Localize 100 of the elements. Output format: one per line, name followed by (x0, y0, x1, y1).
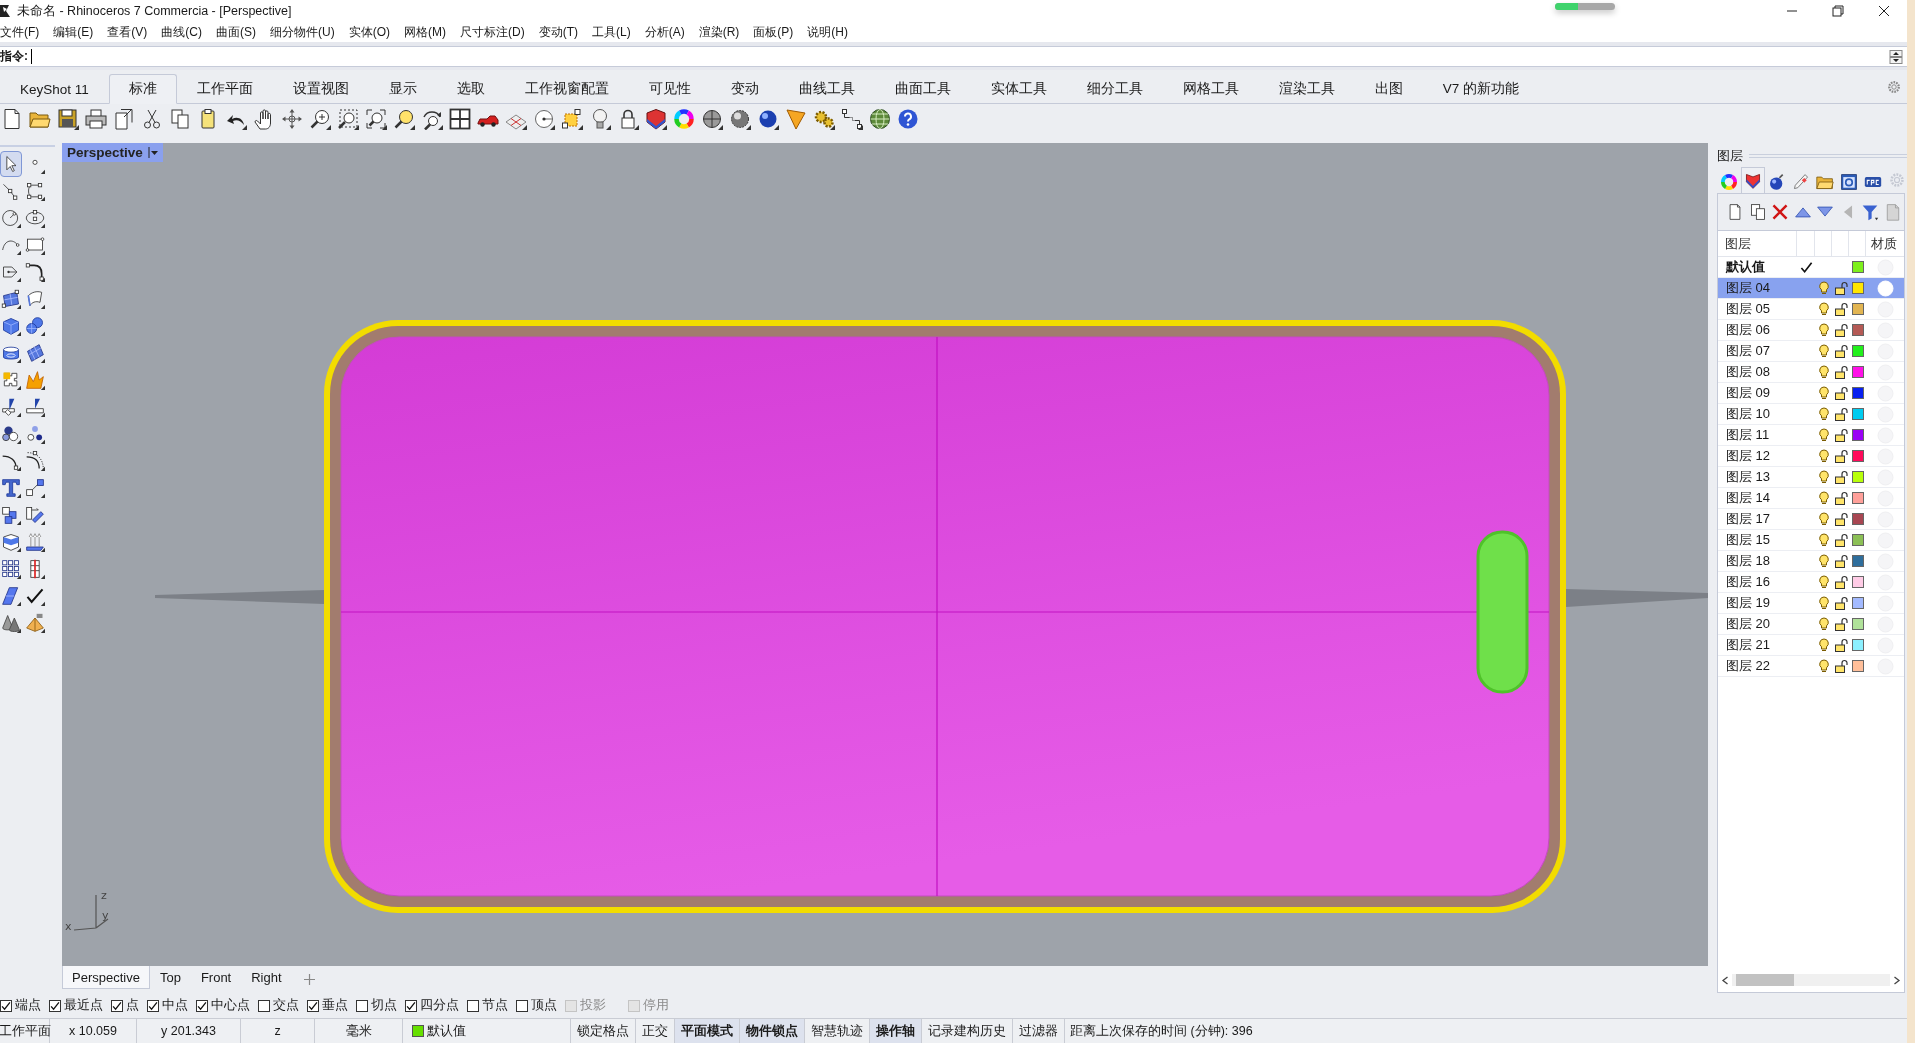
lock-icon[interactable] (1833, 428, 1848, 442)
osnap-checkbox[interactable] (111, 999, 123, 1012)
bulb-icon[interactable] (1816, 533, 1831, 547)
help-icon[interactable] (897, 107, 919, 130)
layer-row[interactable]: 图层 13 (1718, 467, 1904, 488)
status-toggle[interactable]: 操作轴 (870, 1019, 922, 1043)
toolbar-tab[interactable]: 设置视图 (272, 74, 369, 104)
lock-icon[interactable] (1833, 533, 1848, 547)
settings-icon[interactable] (1887, 79, 1901, 94)
osnap-checkbox[interactable] (356, 999, 368, 1012)
color-swatch-icon[interactable] (1851, 282, 1864, 294)
lock-icon[interactable] (1833, 386, 1848, 400)
delete-icon[interactable] (1771, 203, 1789, 221)
osnap-checkbox[interactable] (147, 999, 159, 1012)
toolbar-tab[interactable]: 标准 (108, 74, 177, 104)
menu-item[interactable]: 编辑(E) (53, 23, 94, 41)
layer-row[interactable]: 图层 19 (1718, 593, 1904, 614)
menu-item[interactable]: 工具(L) (592, 23, 631, 41)
toolbar-tab[interactable]: 变动 (710, 74, 779, 104)
menu-item[interactable]: 网格(M) (404, 23, 446, 41)
copy-icon[interactable] (169, 107, 191, 130)
osnap-checkbox[interactable] (467, 999, 479, 1012)
scroll-right-icon[interactable] (1892, 975, 1901, 985)
zoom-window-icon[interactable] (337, 107, 359, 130)
layer-row[interactable]: 图层 15 (1718, 530, 1904, 551)
menu-item[interactable]: 说明(H) (807, 23, 848, 41)
lock-icon[interactable] (1833, 470, 1848, 484)
move-arrows-icon[interactable] (281, 107, 303, 130)
scroll-thumb[interactable] (1736, 974, 1794, 986)
color-swatch-icon[interactable] (1851, 492, 1864, 504)
new-layer-icon[interactable] (1726, 203, 1744, 221)
bulb-icon[interactable] (1816, 449, 1831, 463)
dimension-icon[interactable] (841, 107, 863, 130)
bulb-icon[interactable] (1816, 407, 1831, 421)
status-toggle[interactable]: 平面模式 (675, 1019, 740, 1043)
menu-item[interactable]: 渲染(R) (698, 23, 740, 41)
viewport-tab[interactable]: Right (241, 966, 292, 989)
four-viewports-icon[interactable] (449, 107, 471, 130)
bulb-icon[interactable] (1816, 554, 1831, 568)
color-swatch-icon[interactable] (1851, 450, 1864, 462)
layer-row[interactable]: 图层 07 (1718, 341, 1904, 362)
toolbar-tab[interactable]: 出图 (1354, 74, 1423, 104)
color-swatch-icon[interactable] (1851, 471, 1864, 483)
menu-item[interactable]: 面板(P) (753, 23, 794, 41)
lock-icon[interactable] (1833, 449, 1848, 463)
bulb-icon[interactable] (1816, 491, 1831, 505)
layer-row[interactable]: 图层 06 (1718, 320, 1904, 341)
toolbar-tab[interactable]: 工作视窗配置 (504, 74, 629, 104)
color-swatch-icon[interactable] (1851, 534, 1864, 546)
layer-row[interactable]: 图层 22 (1718, 656, 1904, 677)
toolbar-tab[interactable]: 网格工具 (1162, 74, 1259, 104)
lock-icon[interactable] (1833, 617, 1848, 631)
toolbar-tab[interactable]: 曲面工具 (874, 74, 971, 104)
add-icon[interactable] (303, 974, 315, 985)
selection-points-icon[interactable] (561, 107, 583, 130)
document-icon[interactable] (113, 107, 135, 130)
osnap-checkbox[interactable] (516, 999, 528, 1012)
circle-point-icon[interactable] (533, 107, 555, 130)
scroll-left-icon[interactable] (1721, 975, 1730, 985)
color-swatch-icon[interactable] (1851, 639, 1864, 651)
menu-item[interactable]: 变动(T) (538, 23, 578, 41)
osnap-checkbox[interactable] (258, 999, 270, 1012)
current-layer-label[interactable]: 默认值 (427, 1022, 466, 1040)
lock-icon[interactable] (1833, 323, 1848, 337)
lock-icon[interactable] (1833, 365, 1848, 379)
bulb-icon[interactable] (1816, 323, 1831, 337)
layer-row[interactable]: 图层 04 (1718, 278, 1904, 299)
viewport-tab[interactable]: Top (149, 966, 191, 989)
layers-icon[interactable] (645, 107, 667, 130)
toolbar-tab[interactable]: KeyShot 11 (0, 74, 109, 104)
layer-row[interactable]: 图层 21 (1718, 635, 1904, 656)
status-toggle[interactable]: 过滤器 (1013, 1019, 1065, 1043)
lock-icon[interactable] (1833, 491, 1848, 505)
color-swatch-icon[interactable] (1851, 513, 1864, 525)
layer-row[interactable]: 图层 11 (1718, 425, 1904, 446)
color-swatch-icon[interactable] (1851, 618, 1864, 630)
menu-item[interactable]: 曲线(C) (161, 23, 202, 41)
layer-row[interactable]: 图层 17 (1718, 509, 1904, 530)
zoom-icon[interactable] (309, 107, 331, 130)
status-toggle[interactable]: 锁定格点 (571, 1019, 636, 1043)
bulb-icon[interactable] (1816, 470, 1831, 484)
menu-item[interactable]: 文件(F) (0, 23, 40, 41)
bulb-icon[interactable] (1816, 344, 1831, 358)
bulb-icon[interactable] (1816, 596, 1831, 610)
toolbar-tab[interactable]: 工作平面 (176, 74, 273, 104)
layer-row[interactable]: 图层 08 (1718, 362, 1904, 383)
lock-icon[interactable] (1833, 575, 1848, 589)
sphere-icon[interactable] (701, 107, 723, 130)
layer-row[interactable]: 图层 16 (1718, 572, 1904, 593)
osnap-checkbox[interactable] (405, 999, 417, 1012)
color-swatch-icon[interactable] (1851, 576, 1864, 588)
color-swatch-icon[interactable] (1851, 429, 1864, 441)
zoom-extents-icon[interactable] (365, 107, 387, 130)
viewport-tab[interactable]: Perspective (62, 966, 150, 989)
tool-button[interactable] (24, 448, 46, 474)
bulb-icon[interactable] (1816, 659, 1831, 673)
lock-icon[interactable] (1833, 344, 1848, 358)
layer-row[interactable]: 图层 12 (1718, 446, 1904, 467)
osnap-checkbox[interactable] (307, 999, 319, 1012)
copy-icon[interactable] (1748, 203, 1767, 221)
